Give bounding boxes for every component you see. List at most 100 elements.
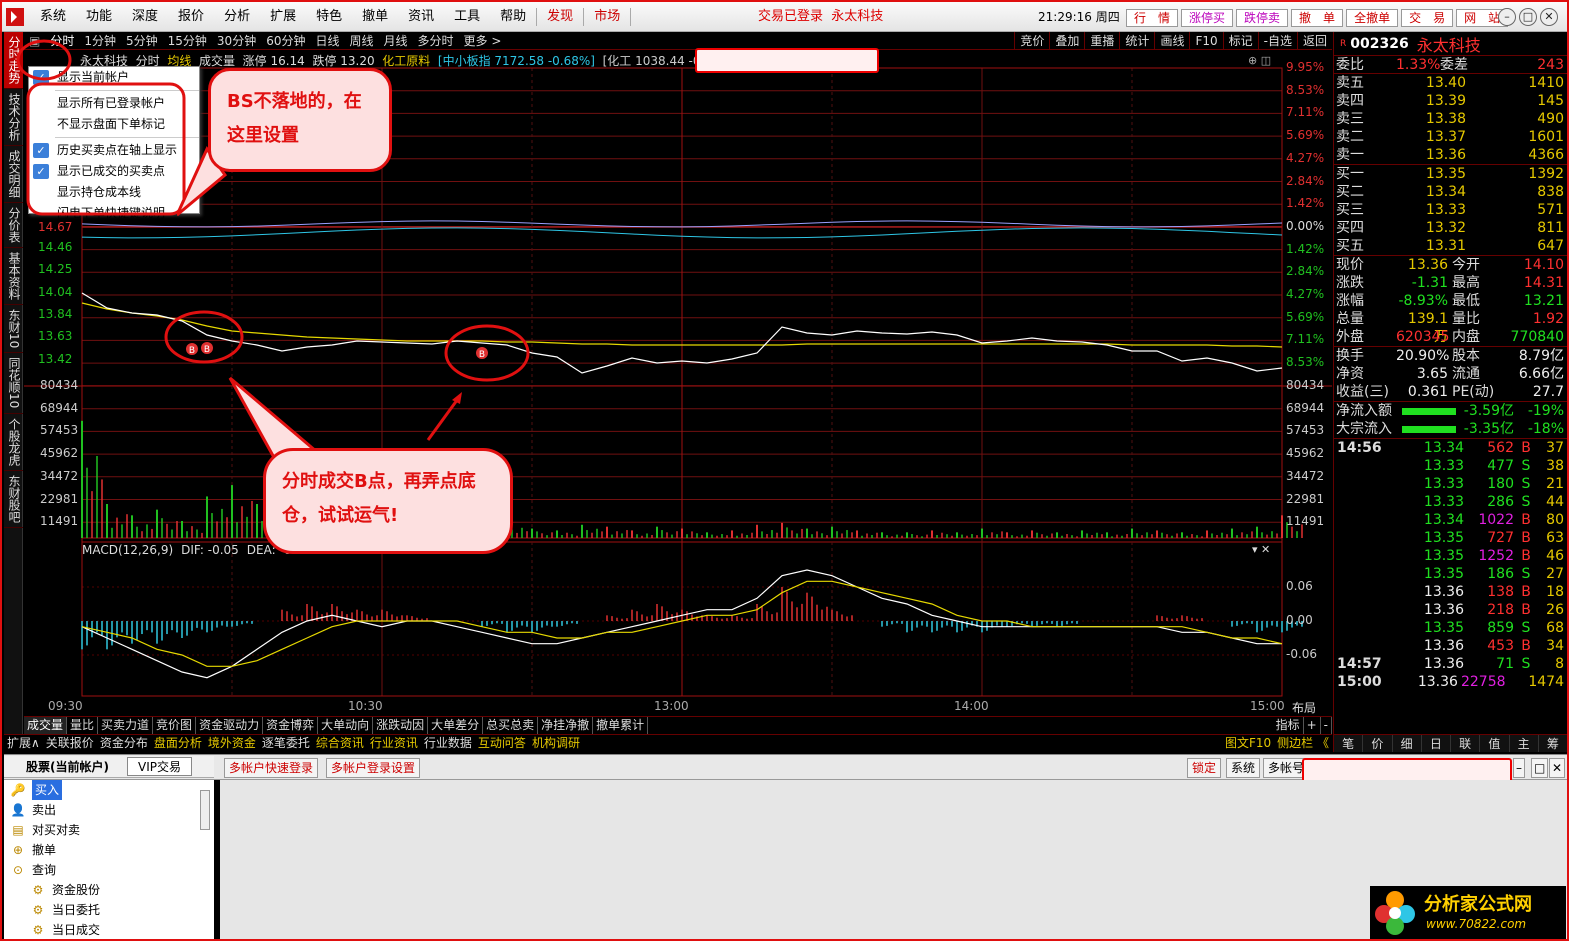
itab-total-buy-sell[interactable]: 总买总卖 bbox=[483, 717, 539, 734]
itab-remove[interactable]: - bbox=[1321, 717, 1332, 734]
limit-up-buy-button[interactable]: 涨停买 bbox=[1181, 9, 1234, 27]
itab-indicator[interactable]: 指标 bbox=[1273, 717, 1304, 734]
menu-extension[interactable]: 扩展 bbox=[260, 2, 306, 32]
tool-remove-watch[interactable]: -自选 bbox=[1257, 31, 1297, 50]
menu-market[interactable]: 市场 bbox=[584, 2, 630, 32]
vip-trade-button[interactable]: VIP交易 bbox=[126, 757, 192, 776]
menu-special[interactable]: 特色 bbox=[306, 2, 352, 32]
vtab-technical[interactable]: 技术分析 bbox=[4, 89, 23, 146]
period-30min[interactable]: 30分钟 bbox=[212, 32, 261, 50]
tool-stats[interactable]: 统计 bbox=[1119, 31, 1154, 50]
itab-fund-game[interactable]: 资金博弈 bbox=[263, 717, 319, 734]
vtab-price-table[interactable]: 分价表 bbox=[4, 203, 23, 248]
quote-tab[interactable]: 值 bbox=[1480, 735, 1510, 752]
etab-research[interactable]: 机构调研 bbox=[529, 735, 583, 752]
menu-function[interactable]: 功能 bbox=[76, 2, 122, 32]
period-60min[interactable]: 60分钟 bbox=[261, 32, 310, 50]
period-multi-intraday[interactable]: 多分时 bbox=[413, 32, 459, 50]
etab-news[interactable]: 综合资讯 bbox=[313, 735, 367, 752]
etab-qa[interactable]: 互动问答 bbox=[475, 735, 529, 752]
itab-volume[interactable]: 成交量 bbox=[24, 717, 68, 734]
trade-tree-item[interactable]: ⚙ 当日委托 bbox=[4, 900, 214, 920]
quote-tab[interactable]: 笔 bbox=[1334, 735, 1364, 752]
trade-tree-scrollbar[interactable] bbox=[200, 790, 210, 830]
multi-account-login-button[interactable]: 多帐户快速登录 bbox=[224, 758, 319, 778]
tool-overlay[interactable]: 叠加 bbox=[1049, 31, 1084, 50]
menu-system[interactable]: 系统 bbox=[30, 2, 76, 32]
etab-foreign-fund[interactable]: 境外资金 bbox=[205, 735, 259, 752]
menu-depth[interactable]: 深度 bbox=[122, 2, 168, 32]
quote-tab[interactable]: 日 bbox=[1422, 735, 1451, 752]
etab-industry-data[interactable]: 行业数据 bbox=[421, 735, 475, 752]
vtab-forum[interactable]: 东财股吧 bbox=[4, 471, 23, 528]
chart-expand-icon[interactable]: ⊕ ◫ bbox=[1248, 54, 1271, 67]
menu-news[interactable]: 资讯 bbox=[398, 2, 444, 32]
limit-down-sell-button[interactable]: 跌停卖 bbox=[1236, 9, 1289, 27]
tool-f10[interactable]: F10 bbox=[1189, 31, 1222, 50]
layout-button[interactable]: 布局 bbox=[1292, 699, 1316, 716]
vtab-dragon-tiger[interactable]: 个股龙虎 bbox=[4, 414, 23, 471]
itab-cause[interactable]: 涨跌动因 bbox=[373, 717, 429, 734]
itab-big-diff[interactable]: 大单差分 bbox=[428, 717, 484, 734]
itab-volume-ratio[interactable]: 量比 bbox=[67, 717, 99, 734]
period-month[interactable]: 月线 bbox=[379, 32, 413, 50]
restore-icon[interactable]: □ bbox=[1519, 8, 1537, 26]
quote-tab[interactable]: 细 bbox=[1393, 735, 1422, 752]
etab-industry-news[interactable]: 行业资讯 bbox=[367, 735, 421, 752]
menu-help[interactable]: 帮助 bbox=[490, 2, 536, 32]
period-day[interactable]: 日线 bbox=[310, 32, 344, 50]
tool-draw[interactable]: 画线 bbox=[1154, 31, 1189, 50]
tool-auction[interactable]: 竞价 bbox=[1014, 31, 1049, 50]
period-5min[interactable]: 5分钟 bbox=[121, 32, 163, 50]
quote-tab[interactable]: 主 bbox=[1510, 735, 1539, 752]
trade-tree-item[interactable]: ⚙ 资金股份 bbox=[4, 880, 214, 900]
period-more[interactable]: 更多 > bbox=[459, 32, 507, 50]
quote-tab[interactable]: 价 bbox=[1363, 735, 1393, 752]
itab-fund-drive[interactable]: 资金驱动力 bbox=[196, 717, 264, 734]
multi-account-settings-button[interactable]: 多帐户登录设置 bbox=[326, 758, 421, 778]
trade-tree-item[interactable]: ▤ 对买对卖 bbox=[4, 820, 214, 840]
etab-sidebar[interactable]: 侧边栏 《 bbox=[1274, 735, 1332, 752]
itab-buy-sell-power[interactable]: 买卖力道 bbox=[98, 717, 154, 734]
tool-replay[interactable]: 重播 bbox=[1084, 31, 1119, 50]
vtab-ths[interactable]: 同花顺10 bbox=[4, 353, 23, 414]
period-1min[interactable]: 1分钟 bbox=[79, 32, 121, 50]
menu-tools[interactable]: 工具 bbox=[444, 2, 490, 32]
vtab-eastmoney[interactable]: 东财10 bbox=[4, 305, 23, 354]
itab-auction[interactable]: 竞价图 bbox=[153, 717, 197, 734]
menu-quote[interactable]: 报价 bbox=[168, 2, 214, 32]
trade-tree-item[interactable]: 👤 卖出 bbox=[4, 800, 214, 820]
lock-button[interactable]: 锁定 bbox=[1187, 758, 1222, 778]
etab-related[interactable]: 关联报价 bbox=[43, 735, 97, 752]
itab-cancel-cum[interactable]: 撤单累计 bbox=[593, 717, 649, 734]
vtab-basic-info[interactable]: 基本资料 bbox=[4, 248, 23, 305]
menu-find[interactable]: 发现 bbox=[537, 2, 583, 32]
itab-big-order[interactable]: 大单动向 bbox=[318, 717, 374, 734]
menu-analysis[interactable]: 分析 bbox=[214, 2, 260, 32]
tool-back[interactable]: 返回 bbox=[1296, 31, 1332, 50]
trade-minimize-icon[interactable]: – bbox=[1513, 758, 1525, 778]
vtab-deals[interactable]: 成交明细 bbox=[4, 146, 23, 203]
macd-menu-icon[interactable]: ▾ ✕ bbox=[1252, 543, 1270, 556]
etab-expand[interactable]: 扩展∧ bbox=[4, 735, 43, 752]
quote-tab[interactable]: 联 bbox=[1451, 735, 1481, 752]
period-week[interactable]: 周线 bbox=[345, 32, 379, 50]
cancel-all-button[interactable]: 全撤单 bbox=[1346, 9, 1399, 27]
system-button[interactable]: 系统 bbox=[1226, 758, 1261, 778]
trade-button[interactable]: 交 易 bbox=[1401, 9, 1454, 27]
itab-net-order[interactable]: 净挂净撤 bbox=[538, 717, 594, 734]
etab-f10[interactable]: 图文F10 bbox=[1222, 735, 1274, 752]
trade-close-icon[interactable]: ✕ bbox=[1549, 758, 1566, 778]
trade-tree-item[interactable]: ⚙ 当日成交 bbox=[4, 920, 214, 939]
trade-tree-item[interactable]: 🔑 买入 bbox=[4, 780, 214, 800]
trade-tree-item[interactable]: ⊙ 查询 bbox=[4, 860, 214, 880]
quote-button[interactable]: 行 情 bbox=[1126, 9, 1179, 27]
minimize-icon[interactable]: – bbox=[1498, 8, 1516, 26]
trade-restore-icon[interactable]: □ bbox=[1531, 758, 1549, 778]
etab-fund-dist[interactable]: 资金分布 bbox=[97, 735, 151, 752]
period-15min[interactable]: 15分钟 bbox=[163, 32, 212, 50]
trade-tree-item[interactable]: ⊕ 撤单 bbox=[4, 840, 214, 860]
etab-order-by-order[interactable]: 逐笔委托 bbox=[259, 735, 313, 752]
menu-cancel[interactable]: 撤单 bbox=[352, 2, 398, 32]
cancel-order-button[interactable]: 撤 单 bbox=[1291, 9, 1344, 27]
